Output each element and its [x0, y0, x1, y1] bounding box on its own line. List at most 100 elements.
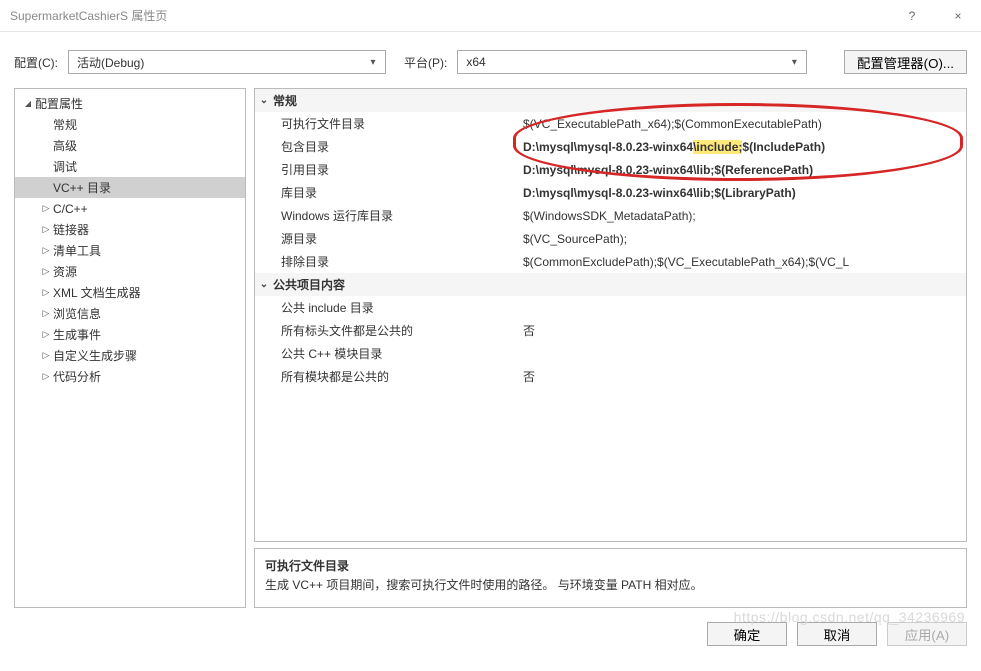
property-group-header[interactable]: ⌄常规	[255, 89, 966, 112]
chevron-down-icon: ▾	[365, 57, 381, 68]
property-row[interactable]: 包含目录D:\mysql\mysql-8.0.23-winx64\include…	[255, 135, 966, 158]
property-row[interactable]: 可执行文件目录$(VC_ExecutablePath_x64);$(Common…	[255, 112, 966, 135]
ok-button[interactable]: 确定	[707, 622, 787, 646]
tree-item[interactable]: 资源	[15, 261, 245, 282]
help-icon[interactable]: ?	[889, 0, 935, 32]
chevron-down-icon: ▾	[786, 57, 802, 68]
property-group-title: 常规	[273, 92, 523, 109]
property-row[interactable]: 排除目录$(CommonExcludePath);$(VC_Executable…	[255, 250, 966, 273]
property-name: 包含目录	[273, 138, 523, 155]
tree-expander-collapsed-icon[interactable]	[39, 203, 53, 214]
group-collapse-icon[interactable]: ⌄	[255, 279, 273, 290]
group-collapse-icon[interactable]: ⌄	[255, 95, 273, 106]
tree-item-label: 代码分析	[53, 368, 101, 385]
property-value[interactable]: $(CommonExcludePath);$(VC_ExecutablePath…	[523, 255, 966, 269]
property-row[interactable]: 公共 C++ 模块目录	[255, 342, 966, 365]
property-value[interactable]: D:\mysql\mysql-8.0.23-winx64\include;$(I…	[523, 140, 966, 154]
tree-expander-collapsed-icon[interactable]	[39, 371, 53, 382]
tree-item-label: 链接器	[53, 221, 89, 238]
tree-item[interactable]: 生成事件	[15, 324, 245, 345]
property-value[interactable]: $(VC_ExecutablePath_x64);$(CommonExecuta…	[523, 117, 966, 131]
cancel-button[interactable]: 取消	[797, 622, 877, 646]
tree-item[interactable]: 高级	[15, 135, 245, 156]
tree-expander-expanded-icon[interactable]	[21, 98, 35, 109]
titlebar: SupermarketCashierS 属性页 ? ×	[0, 0, 981, 32]
platform-label: 平台(P):	[404, 54, 447, 71]
property-name: 公共 C++ 模块目录	[273, 345, 523, 362]
apply-button[interactable]: 应用(A)	[887, 622, 967, 646]
platform-combo[interactable]: x64 ▾	[457, 50, 807, 74]
tree-item[interactable]: 调试	[15, 156, 245, 177]
tree-item-label: C/C++	[53, 202, 88, 216]
tree-item-label: 常规	[53, 116, 77, 133]
property-row[interactable]: Windows 运行库目录$(WindowsSDK_MetadataPath);	[255, 204, 966, 227]
tree-item-label: VC++ 目录	[53, 179, 111, 196]
property-value[interactable]: $(WindowsSDK_MetadataPath);	[523, 209, 966, 223]
property-value[interactable]: 否	[523, 322, 966, 339]
property-name: 所有模块都是公共的	[273, 368, 523, 385]
tree-expander-collapsed-icon[interactable]	[39, 266, 53, 277]
property-name: 所有标头文件都是公共的	[273, 322, 523, 339]
tree-item-label: 资源	[53, 263, 77, 280]
right-panel: ⌄常规可执行文件目录$(VC_ExecutablePath_x64);$(Com…	[254, 88, 967, 608]
tree-item-label: 配置属性	[35, 95, 83, 112]
tree-item[interactable]: 浏览信息	[15, 303, 245, 324]
tree-item[interactable]: XML 文档生成器	[15, 282, 245, 303]
tree-item-label: XML 文档生成器	[53, 284, 141, 301]
property-row[interactable]: 所有标头文件都是公共的否	[255, 319, 966, 342]
property-name: 库目录	[273, 184, 523, 201]
property-name: 可执行文件目录	[273, 115, 523, 132]
config-combo[interactable]: 活动(Debug) ▾	[68, 50, 386, 74]
main-area: 配置属性常规高级调试VC++ 目录C/C++链接器清单工具资源XML 文档生成器…	[0, 88, 981, 608]
tree-item-label: 生成事件	[53, 326, 101, 343]
config-manager-button[interactable]: 配置管理器(O)...	[844, 50, 967, 74]
config-toolbar: 配置(C): 活动(Debug) ▾ 平台(P): x64 ▾ 配置管理器(O)…	[0, 32, 981, 88]
tree-panel[interactable]: 配置属性常规高级调试 VC++ 目录 C/C++ 链接器清单工具资源 XML 文档生成器…	[14, 88, 246, 608]
tree-item[interactable]: 常规	[15, 114, 245, 135]
property-value[interactable]: D:\mysql\mysql-8.0.23-winx64\lib;$(Libra…	[523, 186, 966, 200]
tree-item[interactable]: 链接器	[15, 219, 245, 240]
config-label: 配置(C):	[14, 54, 58, 71]
property-row[interactable]: 所有模块都是公共的否	[255, 365, 966, 388]
window-title: SupermarketCashierS 属性页	[10, 7, 889, 24]
tree-expander-collapsed-icon[interactable]	[39, 308, 53, 319]
property-grid[interactable]: ⌄常规可执行文件目录$(VC_ExecutablePath_x64);$(Com…	[254, 88, 967, 542]
close-icon[interactable]: ×	[935, 0, 981, 32]
property-row[interactable]: 引用目录D:\mysql\mysql-8.0.23-winx64\lib;$(R…	[255, 158, 966, 181]
property-name: Windows 运行库目录	[273, 207, 523, 224]
tree-item[interactable]: 清单工具	[15, 240, 245, 261]
platform-combo-value: x64	[466, 55, 786, 69]
tree-expander-collapsed-icon[interactable]	[39, 287, 53, 298]
property-value[interactable]: 否	[523, 368, 966, 385]
tree-item-label: 高级	[53, 137, 77, 154]
tree-item[interactable]: VC++ 目录	[15, 177, 245, 198]
property-value[interactable]: $(VC_SourcePath);	[523, 232, 966, 246]
tree-expander-collapsed-icon[interactable]	[39, 329, 53, 340]
description-body: 生成 VC++ 项目期间，搜索可执行文件时使用的路径。 与环境变量 PATH 相…	[265, 576, 956, 595]
tree-item-label: 浏览信息	[53, 305, 101, 322]
tree-expander-collapsed-icon[interactable]	[39, 245, 53, 256]
property-row[interactable]: 源目录$(VC_SourcePath);	[255, 227, 966, 250]
tree-item-label: 调试	[53, 158, 77, 175]
property-row[interactable]: 公共 include 目录	[255, 296, 966, 319]
property-name: 源目录	[273, 230, 523, 247]
tree-item-label: 清单工具	[53, 242, 101, 259]
property-name: 排除目录	[273, 253, 523, 270]
property-name: 引用目录	[273, 161, 523, 178]
dialog-footer: 确定 取消 应用(A)	[0, 608, 981, 646]
property-value[interactable]: D:\mysql\mysql-8.0.23-winx64\lib;$(Refer…	[523, 163, 966, 177]
property-group-title: 公共项目内容	[273, 276, 523, 293]
property-name: 公共 include 目录	[273, 299, 523, 316]
description-title: 可执行文件目录	[265, 557, 956, 576]
tree-item[interactable]: 代码分析	[15, 366, 245, 387]
tree-item-label: 自定义生成步骤	[53, 347, 137, 364]
config-combo-value: 活动(Debug)	[77, 54, 365, 71]
tree-expander-collapsed-icon[interactable]	[39, 224, 53, 235]
highlighted-text: \include;	[693, 140, 742, 154]
tree-item[interactable]: C/C++	[15, 198, 245, 219]
property-group-header[interactable]: ⌄公共项目内容	[255, 273, 966, 296]
tree-expander-collapsed-icon[interactable]	[39, 350, 53, 361]
tree-item[interactable]: 配置属性	[15, 93, 245, 114]
tree-item[interactable]: 自定义生成步骤	[15, 345, 245, 366]
property-row[interactable]: 库目录D:\mysql\mysql-8.0.23-winx64\lib;$(Li…	[255, 181, 966, 204]
